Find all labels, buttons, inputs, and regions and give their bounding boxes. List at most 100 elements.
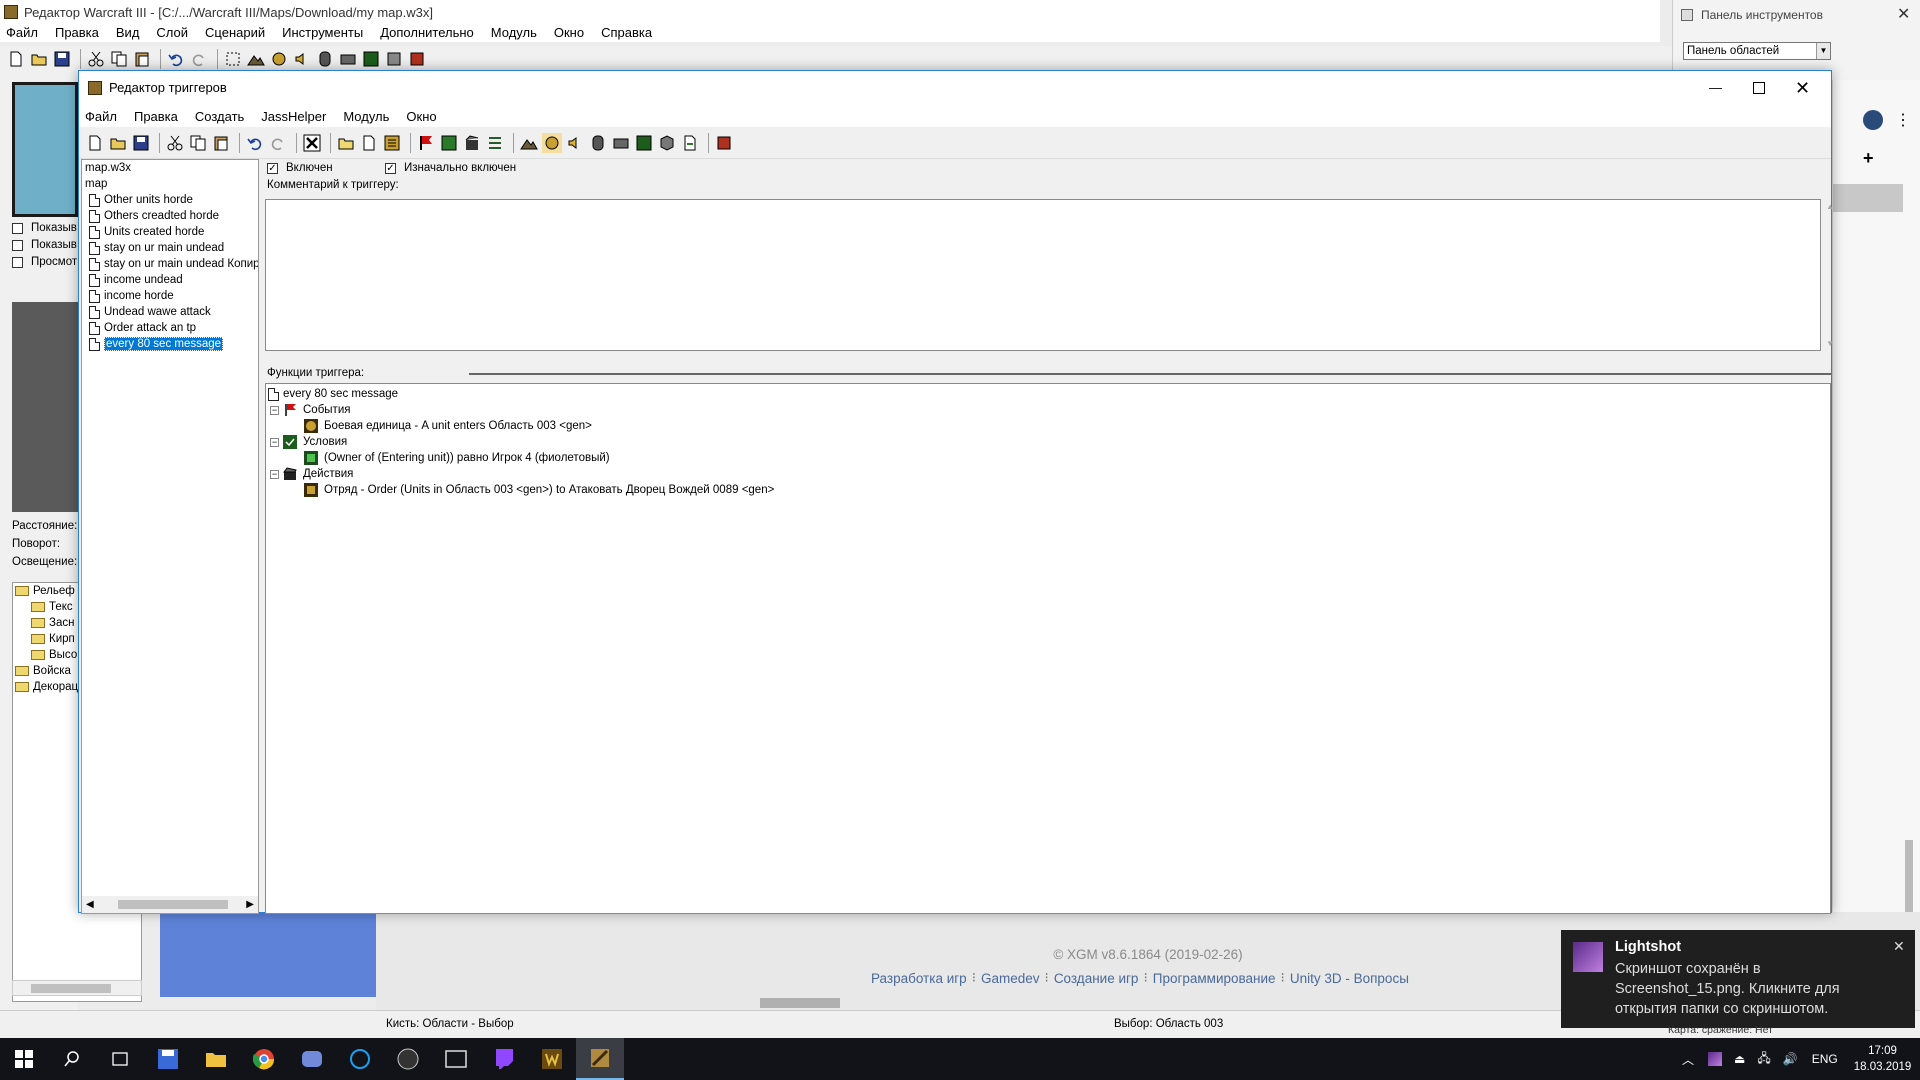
cut-icon[interactable] bbox=[86, 49, 106, 69]
outer-menu-help[interactable]: Справка bbox=[601, 25, 652, 40]
collapse-icon[interactable]: − bbox=[270, 469, 279, 479]
trig-menu-jasshelper[interactable]: JassHelper bbox=[261, 109, 326, 124]
discord-icon[interactable] bbox=[288, 1038, 336, 1080]
chrome-icon[interactable] bbox=[240, 1038, 288, 1080]
footer-link[interactable]: Разработка игр bbox=[871, 971, 967, 986]
function-trigger-node[interactable]: every 80 sec message bbox=[268, 386, 398, 402]
outer-menu-module[interactable]: Модуль bbox=[491, 25, 537, 40]
redo-icon[interactable] bbox=[189, 49, 209, 69]
trig-menu-window[interactable]: Окно bbox=[406, 109, 436, 124]
scroll-left-icon[interactable]: ◀ bbox=[86, 899, 94, 910]
new-condition-icon[interactable] bbox=[439, 133, 459, 153]
trigger-item[interactable]: Others creadted horde bbox=[89, 208, 258, 224]
network-icon[interactable]: 🖧 bbox=[1757, 1049, 1770, 1070]
new-trigger-icon[interactable] bbox=[359, 133, 379, 153]
paste-icon[interactable] bbox=[132, 49, 152, 69]
map-hscroll[interactable] bbox=[760, 998, 840, 1008]
sound-icon[interactable] bbox=[292, 49, 312, 69]
chevron-up-icon[interactable]: ︿ bbox=[1682, 1051, 1694, 1068]
save-icon[interactable] bbox=[131, 133, 151, 153]
obs-icon[interactable] bbox=[384, 1038, 432, 1080]
conditions-node[interactable]: − Условия bbox=[270, 434, 347, 450]
new-event-icon[interactable] bbox=[416, 133, 436, 153]
module-icon[interactable] bbox=[384, 49, 404, 69]
sound-icon[interactable] bbox=[565, 133, 585, 153]
footer-link[interactable]: Программирование bbox=[1153, 971, 1276, 986]
open-folder-icon[interactable] bbox=[108, 133, 128, 153]
trig-menu-create[interactable]: Создать bbox=[195, 109, 244, 124]
minimap[interactable] bbox=[12, 82, 78, 217]
preview-option[interactable]: Просмот bbox=[12, 256, 77, 268]
undo-icon[interactable] bbox=[245, 133, 265, 153]
save-app-icon[interactable] bbox=[144, 1038, 192, 1080]
show-option-1[interactable]: Показыв bbox=[12, 222, 77, 234]
file-explorer-icon[interactable] bbox=[192, 1038, 240, 1080]
battle-net-icon[interactable] bbox=[336, 1038, 384, 1080]
outer-menu-advanced[interactable]: Дополнительно bbox=[380, 25, 474, 40]
plus-icon[interactable]: + bbox=[1863, 148, 1874, 169]
scrollbar-thumb[interactable] bbox=[118, 900, 228, 909]
outer-menu-tools[interactable]: Инструменты bbox=[282, 25, 363, 40]
palette-select[interactable]: Панель областей ▼ bbox=[1683, 42, 1831, 60]
redo-icon[interactable] bbox=[268, 133, 288, 153]
trigger-item[interactable]: Undead wawe attack bbox=[89, 304, 258, 320]
unit-palette-icon[interactable] bbox=[269, 49, 289, 69]
trigger-editor-icon[interactable] bbox=[361, 49, 381, 69]
checkbox[interactable] bbox=[12, 222, 23, 234]
trig-menu-file[interactable]: Файл bbox=[85, 109, 117, 124]
windows-start-icon[interactable] bbox=[0, 1038, 48, 1080]
input-language[interactable]: ENG bbox=[1812, 1052, 1838, 1066]
splitter-line[interactable] bbox=[469, 373, 1831, 375]
new-category-icon[interactable] bbox=[336, 133, 356, 153]
new-comment-icon[interactable] bbox=[382, 133, 402, 153]
video-editor-icon[interactable] bbox=[432, 1038, 480, 1080]
trigger-item[interactable]: income undead bbox=[89, 272, 258, 288]
test-map-icon[interactable] bbox=[714, 133, 734, 153]
open-folder-icon[interactable] bbox=[29, 49, 49, 69]
lightshot-notification[interactable]: Lightshot Скриншот сохранён в Screenshot… bbox=[1561, 930, 1915, 1028]
paste-icon[interactable] bbox=[211, 133, 231, 153]
scroll-up-icon[interactable]: ▲ bbox=[1826, 202, 1834, 211]
tree-category-map[interactable]: map bbox=[85, 176, 258, 192]
scroll-down-icon[interactable]: ▼ bbox=[1826, 339, 1834, 348]
cut-icon[interactable] bbox=[165, 133, 185, 153]
outer-menu-scenario[interactable]: Сценарий bbox=[205, 25, 265, 40]
condition-item[interactable]: (Owner of (Entering unit)) равно Игрок 4… bbox=[304, 450, 610, 466]
show-option-2[interactable]: Показыв bbox=[12, 239, 77, 251]
footer-link[interactable]: Gamedev bbox=[981, 971, 1040, 986]
outer-menu-edit[interactable]: Правка bbox=[55, 25, 99, 40]
footer-link[interactable]: Unity 3D - Вопросы bbox=[1290, 971, 1409, 986]
more-vertical-icon[interactable]: ⋮ bbox=[1895, 110, 1911, 130]
enabled-checkbox[interactable]: ✓ bbox=[267, 162, 278, 174]
lightshot-tray-icon[interactable] bbox=[1708, 1052, 1723, 1066]
scroll-right-icon[interactable]: ▶ bbox=[246, 899, 254, 910]
scrollbar-thumb[interactable] bbox=[31, 984, 111, 993]
event-item[interactable]: Боевая единица - A unit enters Область 0… bbox=[304, 418, 592, 434]
new-map-icon[interactable] bbox=[6, 49, 26, 69]
search-icon[interactable] bbox=[48, 1038, 96, 1080]
trigger-item[interactable]: stay on ur main undead Копиро bbox=[89, 256, 258, 272]
outer-menu-file[interactable]: Файл bbox=[6, 25, 38, 40]
maximize-icon[interactable] bbox=[1753, 82, 1765, 94]
checkbox[interactable] bbox=[12, 256, 23, 268]
task-view-icon[interactable] bbox=[96, 1038, 144, 1080]
trigger-editor-icon[interactable] bbox=[634, 133, 654, 153]
actions-node[interactable]: − Действия bbox=[270, 466, 353, 482]
save-icon[interactable] bbox=[52, 49, 72, 69]
minimize-icon[interactable]: — bbox=[1709, 71, 1722, 105]
camera-icon[interactable] bbox=[611, 133, 631, 153]
initially-enabled-checkbox[interactable]: ✓ bbox=[385, 162, 396, 174]
copy-icon[interactable] bbox=[109, 49, 129, 69]
action-item[interactable]: Отряд - Order (Units in Область 003 <gen… bbox=[304, 482, 774, 498]
trigger-item-selected[interactable]: every 80 sec message bbox=[89, 336, 258, 352]
select-region-icon[interactable] bbox=[223, 49, 243, 69]
close-icon[interactable]: ✕ bbox=[1795, 71, 1810, 105]
comment-textarea[interactable]: ▲ ▼ bbox=[265, 199, 1834, 351]
ai-editor-icon[interactable] bbox=[657, 133, 677, 153]
copy-icon[interactable] bbox=[188, 133, 208, 153]
import-icon[interactable] bbox=[680, 133, 700, 153]
twitch-icon[interactable] bbox=[480, 1038, 528, 1080]
volume-icon[interactable]: 🔊 bbox=[1783, 1052, 1798, 1066]
initially-enabled-checkbox-row[interactable]: ✓ Изначально включен bbox=[385, 162, 516, 174]
map-viewport[interactable] bbox=[160, 912, 376, 997]
